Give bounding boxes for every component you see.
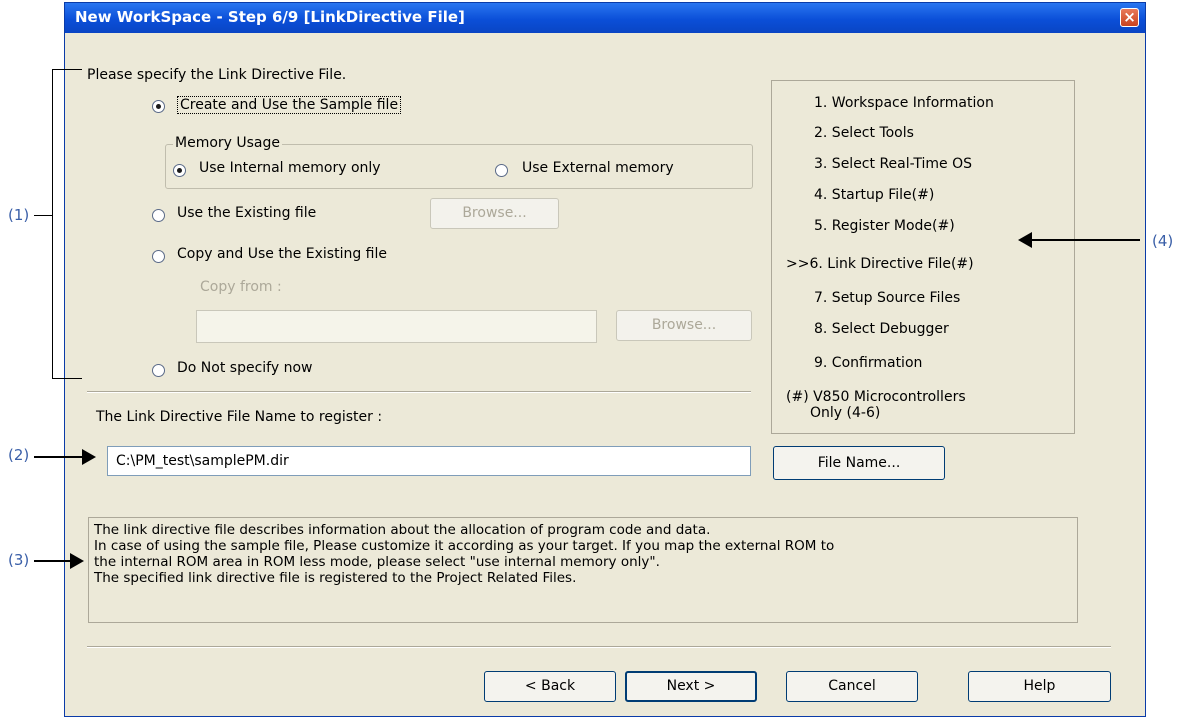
register-label: The Link Directive File Name to register… (96, 409, 383, 425)
step-item: 5. Register Mode(#) (814, 218, 955, 234)
close-icon: × (1123, 8, 1136, 26)
step-item-current: >>6. Link Directive File(#) (786, 256, 974, 272)
title-bar: New WorkSpace - Step 6/9 [LinkDirective … (65, 3, 1145, 33)
arrow-right-icon (82, 449, 96, 465)
steps-panel: 1. Workspace Information 2. Select Tools… (771, 80, 1075, 434)
steps-note: (#) V850 Microcontrollers (786, 389, 966, 405)
radio-do-not-specify-label[interactable]: Do Not specify now (177, 360, 312, 376)
description-box: The link directive file describes inform… (88, 517, 1078, 623)
arrow-left-icon (1018, 232, 1032, 248)
step-item: 4. Startup File(#) (814, 187, 935, 203)
memory-usage-label: Memory Usage (173, 135, 283, 151)
step-item: 3. Select Real-Time OS (814, 156, 973, 172)
section-label: Please specify the Link Directive File. (87, 67, 347, 83)
description-line: the internal ROM area in ROM less mode, … (94, 554, 660, 570)
step-item: 7. Setup Source Files (814, 290, 961, 306)
browse-existing-button[interactable]: Browse... (430, 198, 559, 229)
window-title: New WorkSpace - Step 6/9 [LinkDirective … (75, 8, 465, 26)
step-item: 9. Confirmation (814, 355, 923, 371)
radio-create-sample[interactable] (152, 100, 165, 113)
steps-note-2: Only (4-6) (810, 405, 881, 421)
radio-do-not-specify[interactable] (152, 364, 165, 377)
description-line: The specified link directive file is reg… (94, 570, 577, 586)
radio-internal-memory[interactable] (173, 164, 186, 177)
register-file-field[interactable]: C:\PM_test\samplePM.dir (107, 446, 751, 476)
close-button[interactable]: × (1120, 8, 1139, 27)
copy-from-field[interactable] (196, 310, 597, 343)
radio-use-existing[interactable] (152, 209, 165, 222)
separator (87, 391, 751, 393)
file-name-button[interactable]: File Name... (773, 446, 945, 480)
radio-internal-memory-label[interactable]: Use Internal memory only (199, 160, 381, 176)
wizard-dialog: New WorkSpace - Step 6/9 [LinkDirective … (64, 2, 1146, 717)
annotation-3: (3) (8, 551, 30, 569)
step-item: 2. Select Tools (814, 125, 914, 141)
radio-use-existing-label[interactable]: Use the Existing file (177, 205, 316, 221)
annotation-leader-1 (34, 215, 52, 216)
radio-external-memory-label[interactable]: Use External memory (522, 160, 674, 176)
arrow-right-icon (70, 553, 84, 569)
annotation-bracket-1-top (52, 69, 82, 70)
cancel-button[interactable]: Cancel (786, 671, 918, 702)
browse-copy-button[interactable]: Browse... (616, 310, 752, 341)
next-button[interactable]: Next > (625, 671, 757, 702)
annotation-4: (4) (1152, 232, 1174, 250)
radio-create-sample-label[interactable]: Create and Use the Sample file (177, 96, 402, 114)
step-item: 8. Select Debugger (814, 321, 949, 337)
annotation-leader-4 (1030, 239, 1140, 241)
description-line: In case of using the sample file, Please… (94, 538, 835, 554)
copy-from-label: Copy from : (200, 279, 282, 295)
radio-copy-existing-label[interactable]: Copy and Use the Existing file (177, 246, 387, 262)
radio-copy-existing[interactable] (152, 250, 165, 263)
footer-separator (87, 646, 1111, 648)
back-button[interactable]: < Back (484, 671, 616, 702)
step-item: 1. Workspace Information (814, 95, 994, 111)
help-button[interactable]: Help (968, 671, 1111, 702)
annotation-2: (2) (8, 446, 30, 464)
annotation-bracket-1 (52, 69, 53, 379)
description-line: The link directive file describes inform… (94, 522, 711, 538)
annotation-bracket-1-bottom (52, 378, 82, 379)
annotation-1: (1) (8, 206, 30, 224)
radio-external-memory[interactable] (495, 164, 508, 177)
